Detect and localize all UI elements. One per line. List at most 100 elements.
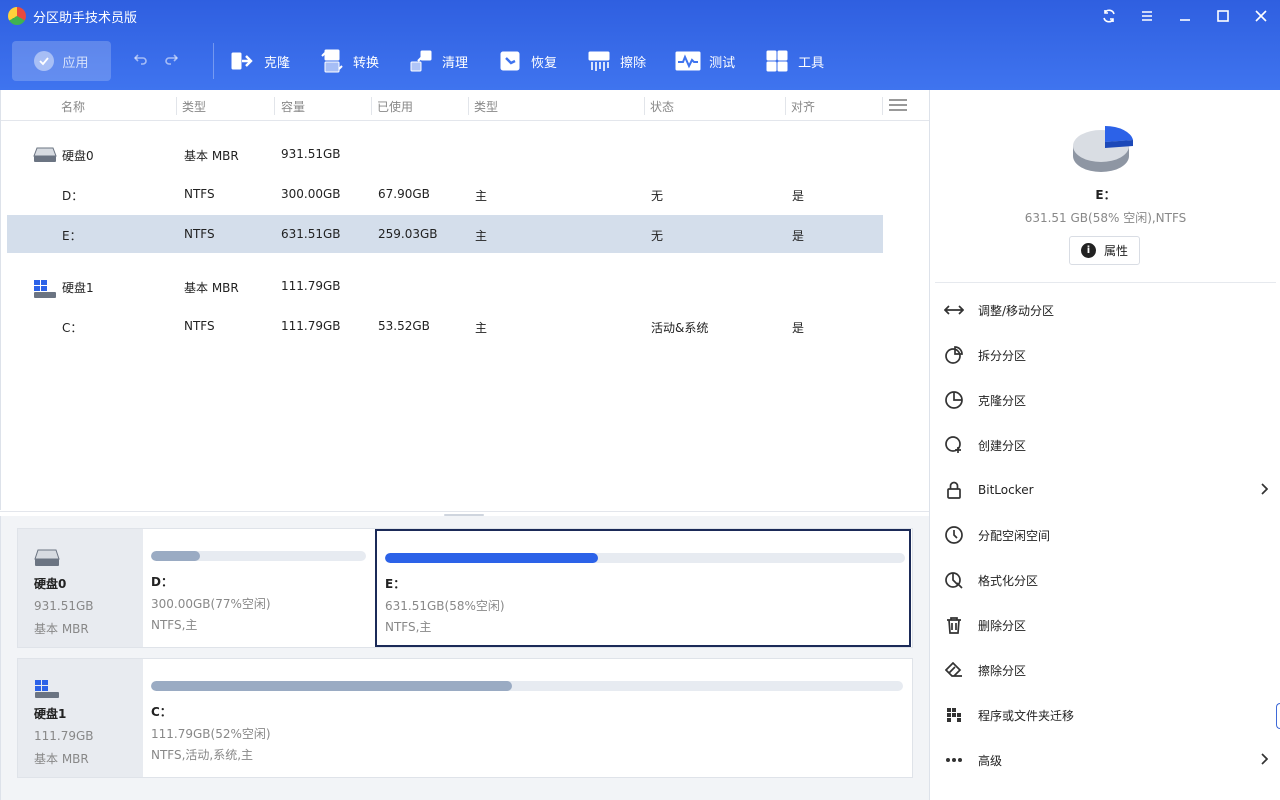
eraser-icon (944, 660, 964, 680)
tool-tools[interactable]: 工具 (764, 48, 824, 74)
op-resize-move[interactable]: 调整/移动分区 (944, 295, 1274, 325)
undo-redo-group (133, 51, 195, 71)
partition-label: E： (385, 577, 406, 591)
table-header: 名称 类型 容量 已使用 类型 状态 对齐 (1, 90, 929, 121)
test-icon (675, 48, 701, 74)
menu-icon[interactable] (1128, 0, 1166, 32)
column-divider[interactable] (785, 97, 786, 115)
side-tab-handle[interactable] (1276, 703, 1280, 729)
op-app-migration[interactable]: 程序或文件夹迁移 (944, 700, 1274, 730)
lock-icon (944, 480, 964, 500)
tool-label: 转换 (353, 55, 380, 71)
operations-panel: E： 631.51 GB(58% 空闲),NTFS i 属性 调整/移动分区 拆… (929, 90, 1280, 800)
table-row-partition[interactable]: C： NTFS 111.79GB 53.52GB 主 活动&系统 是 (7, 307, 883, 345)
usage-fill (151, 681, 512, 691)
disk-capacity: 111.79GB (34, 729, 94, 743)
op-bitlocker[interactable]: BitLocker (944, 475, 1274, 505)
properties-label: 属性 (1103, 244, 1128, 258)
partition-usage-bar (385, 553, 905, 563)
table-row-disk[interactable]: 硬盘1 基本 MBR 111.79GB (7, 267, 883, 305)
tool-wipe[interactable]: 擦除 (586, 48, 646, 74)
column-header-type[interactable]: 类型 (182, 98, 206, 115)
maximize-icon[interactable] (1204, 0, 1242, 32)
column-divider[interactable] (468, 97, 469, 115)
refresh-icon[interactable] (1090, 0, 1128, 32)
redo-icon[interactable] (163, 51, 179, 71)
selected-partition-name: E： (1095, 188, 1116, 202)
tool-recover[interactable]: 恢复 (497, 48, 557, 74)
column-divider[interactable] (644, 97, 645, 115)
tool-clean[interactable]: 清理 (408, 48, 468, 74)
recover-icon (497, 48, 523, 74)
column-header-partition-type[interactable]: 类型 (474, 98, 498, 115)
app-title: 分区助手技术员版 (33, 10, 138, 26)
column-header-capacity[interactable]: 容量 (281, 98, 305, 115)
partition-size-info: 111.79GB(52%空闲) (151, 727, 271, 741)
partition-table: 名称 类型 容量 已使用 类型 状态 对齐 硬盘0 基本 MBR 931.51G… (0, 90, 929, 510)
tool-clone[interactable]: 克隆 (230, 48, 290, 74)
trash-icon (944, 615, 964, 635)
disk-summary[interactable]: 硬盘0 931.51GB 基本 MBR (18, 529, 143, 647)
partition-block[interactable]: D： 300.00GB(77%空闲) NTFS,主 (143, 529, 375, 647)
op-allocate-free-space[interactable]: 分配空闲空间 (944, 520, 1274, 550)
system-disk-icon (34, 679, 60, 698)
clone-icon (230, 48, 256, 74)
column-divider[interactable] (882, 97, 883, 115)
disk-summary[interactable]: 硬盘1 111.79GB 基本 MBR (18, 659, 143, 777)
convert-icon (319, 48, 345, 74)
partition-fs-info: NTFS,主 (385, 620, 432, 634)
partition-size-info: 631.51GB(58%空闲) (385, 599, 505, 613)
column-settings-icon[interactable] (889, 99, 907, 111)
op-create[interactable]: 创建分区 (944, 430, 1274, 460)
column-header-align[interactable]: 对齐 (791, 98, 815, 115)
partition-block-selected[interactable]: E： 631.51GB(58%空闲) NTFS,主 (375, 529, 911, 647)
column-divider[interactable] (176, 97, 177, 115)
minimize-icon[interactable] (1166, 0, 1204, 32)
partition-fs-info: NTFS,活动,系统,主 (151, 748, 254, 762)
op-format[interactable]: 格式化分区 (944, 565, 1274, 595)
apply-label: 应用 (62, 55, 89, 71)
title-bar: 分区助手技术员版 (0, 0, 1280, 32)
create-icon (944, 435, 964, 455)
column-header-status[interactable]: 状态 (650, 98, 674, 115)
disk-name: 硬盘1 (34, 707, 67, 721)
partition-usage-bar (151, 681, 903, 691)
tool-label: 克隆 (264, 55, 291, 71)
table-row-disk[interactable]: 硬盘0 基本 MBR 931.51GB (7, 135, 883, 173)
chevron-right-icon (1260, 483, 1269, 498)
partition-fs-info: NTFS,主 (151, 618, 198, 632)
partition-block[interactable]: C： 111.79GB(52%空闲) NTFS,活动,系统,主 (143, 659, 911, 777)
close-icon[interactable] (1242, 0, 1280, 32)
op-wipe-partition[interactable]: 擦除分区 (944, 655, 1274, 685)
tool-test[interactable]: 测试 (675, 48, 735, 74)
table-row-partition-selected[interactable]: E： NTFS 631.51GB 259.03GB 主 无 是 (7, 215, 883, 253)
system-disk-icon (33, 279, 57, 298)
op-delete[interactable]: 删除分区 (944, 610, 1274, 640)
more-icon (944, 750, 964, 770)
hard-disk-icon (33, 147, 57, 163)
partition-size-info: 300.00GB(77%空闲) (151, 597, 271, 611)
disk-name: 硬盘0 (34, 577, 67, 591)
partition-label: C： (151, 705, 172, 719)
partition-usage-bar (151, 551, 366, 561)
split-icon (944, 345, 964, 365)
disk-map: 硬盘0 931.51GB 基本 MBR D： 300.00GB(77%空闲) N… (0, 516, 929, 800)
panel-divider (935, 282, 1276, 283)
properties-button[interactable]: i 属性 (1069, 236, 1140, 265)
column-header-used[interactable]: 已使用 (377, 98, 413, 115)
column-header-name[interactable]: 名称 (61, 98, 85, 115)
tool-convert[interactable]: 转换 (319, 48, 379, 74)
undo-icon[interactable] (133, 51, 149, 71)
op-split[interactable]: 拆分分区 (944, 340, 1274, 370)
apply-button[interactable]: 应用 (12, 41, 111, 81)
column-divider[interactable] (371, 97, 372, 115)
disk-card[interactable]: 硬盘0 931.51GB 基本 MBR D： 300.00GB(77%空闲) N… (17, 528, 913, 648)
table-row-partition[interactable]: D： NTFS 300.00GB 67.90GB 主 无 是 (7, 175, 883, 213)
op-advanced[interactable]: 高级 (944, 745, 1274, 775)
usage-fill (151, 551, 201, 561)
tool-label: 擦除 (620, 55, 647, 71)
disk-card[interactable]: 硬盘1 111.79GB 基本 MBR C： 111.79GB(52%空闲) N… (17, 658, 913, 778)
op-clone-partition[interactable]: 克隆分区 (944, 385, 1274, 415)
column-divider[interactable] (274, 97, 275, 115)
toolbar-separator (213, 43, 214, 79)
